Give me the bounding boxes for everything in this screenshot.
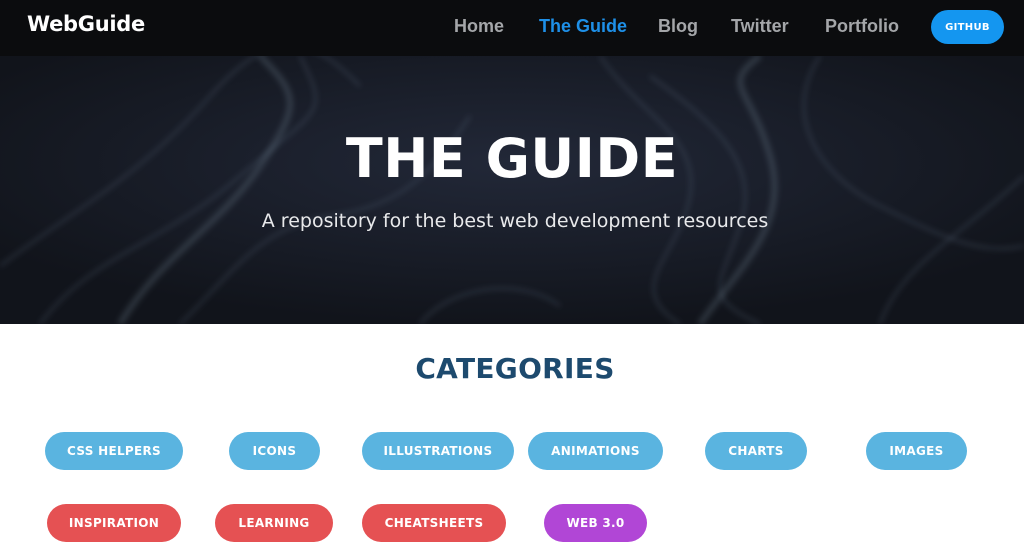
category-charts-button[interactable]: CHARTS — [705, 432, 807, 470]
nav-link-the-guide[interactable]: The Guide — [539, 16, 627, 37]
hero-banner: THE GUIDE A repository for the best web … — [0, 56, 1024, 324]
category-animations-button[interactable]: ANIMATIONS — [528, 432, 663, 470]
category-cheatsheets-button[interactable]: CHEATSHEETS — [362, 504, 506, 542]
github-button[interactable]: GITHUB — [931, 10, 1004, 44]
category-inspiration-button[interactable]: INSPIRATION — [47, 504, 181, 542]
brand-logo[interactable]: WebGuide — [27, 12, 145, 36]
top-navbar: WebGuide Home The Guide Blog Twitter Por… — [0, 0, 1024, 56]
category-css-helpers-button[interactable]: CSS HELPERS — [45, 432, 183, 470]
category-learning-button[interactable]: LEARNING — [215, 504, 333, 542]
category-illustrations-button[interactable]: ILLUSTRATIONS — [362, 432, 514, 470]
nav-link-twitter[interactable]: Twitter — [731, 16, 789, 37]
nav-link-blog[interactable]: Blog — [658, 16, 698, 37]
hero-subtitle: A repository for the best web developmen… — [261, 210, 769, 232]
page-title: THE GUIDE — [345, 127, 679, 190]
nav-link-portfolio[interactable]: Portfolio — [825, 16, 899, 37]
categories-heading: CATEGORIES — [415, 352, 615, 385]
nav-link-home[interactable]: Home — [454, 16, 504, 37]
category-icons-button[interactable]: ICONS — [229, 432, 320, 470]
smoke-background-image — [0, 56, 1024, 324]
category-images-button[interactable]: IMAGES — [866, 432, 967, 470]
category-web3-button[interactable]: WEB 3.0 — [544, 504, 647, 542]
